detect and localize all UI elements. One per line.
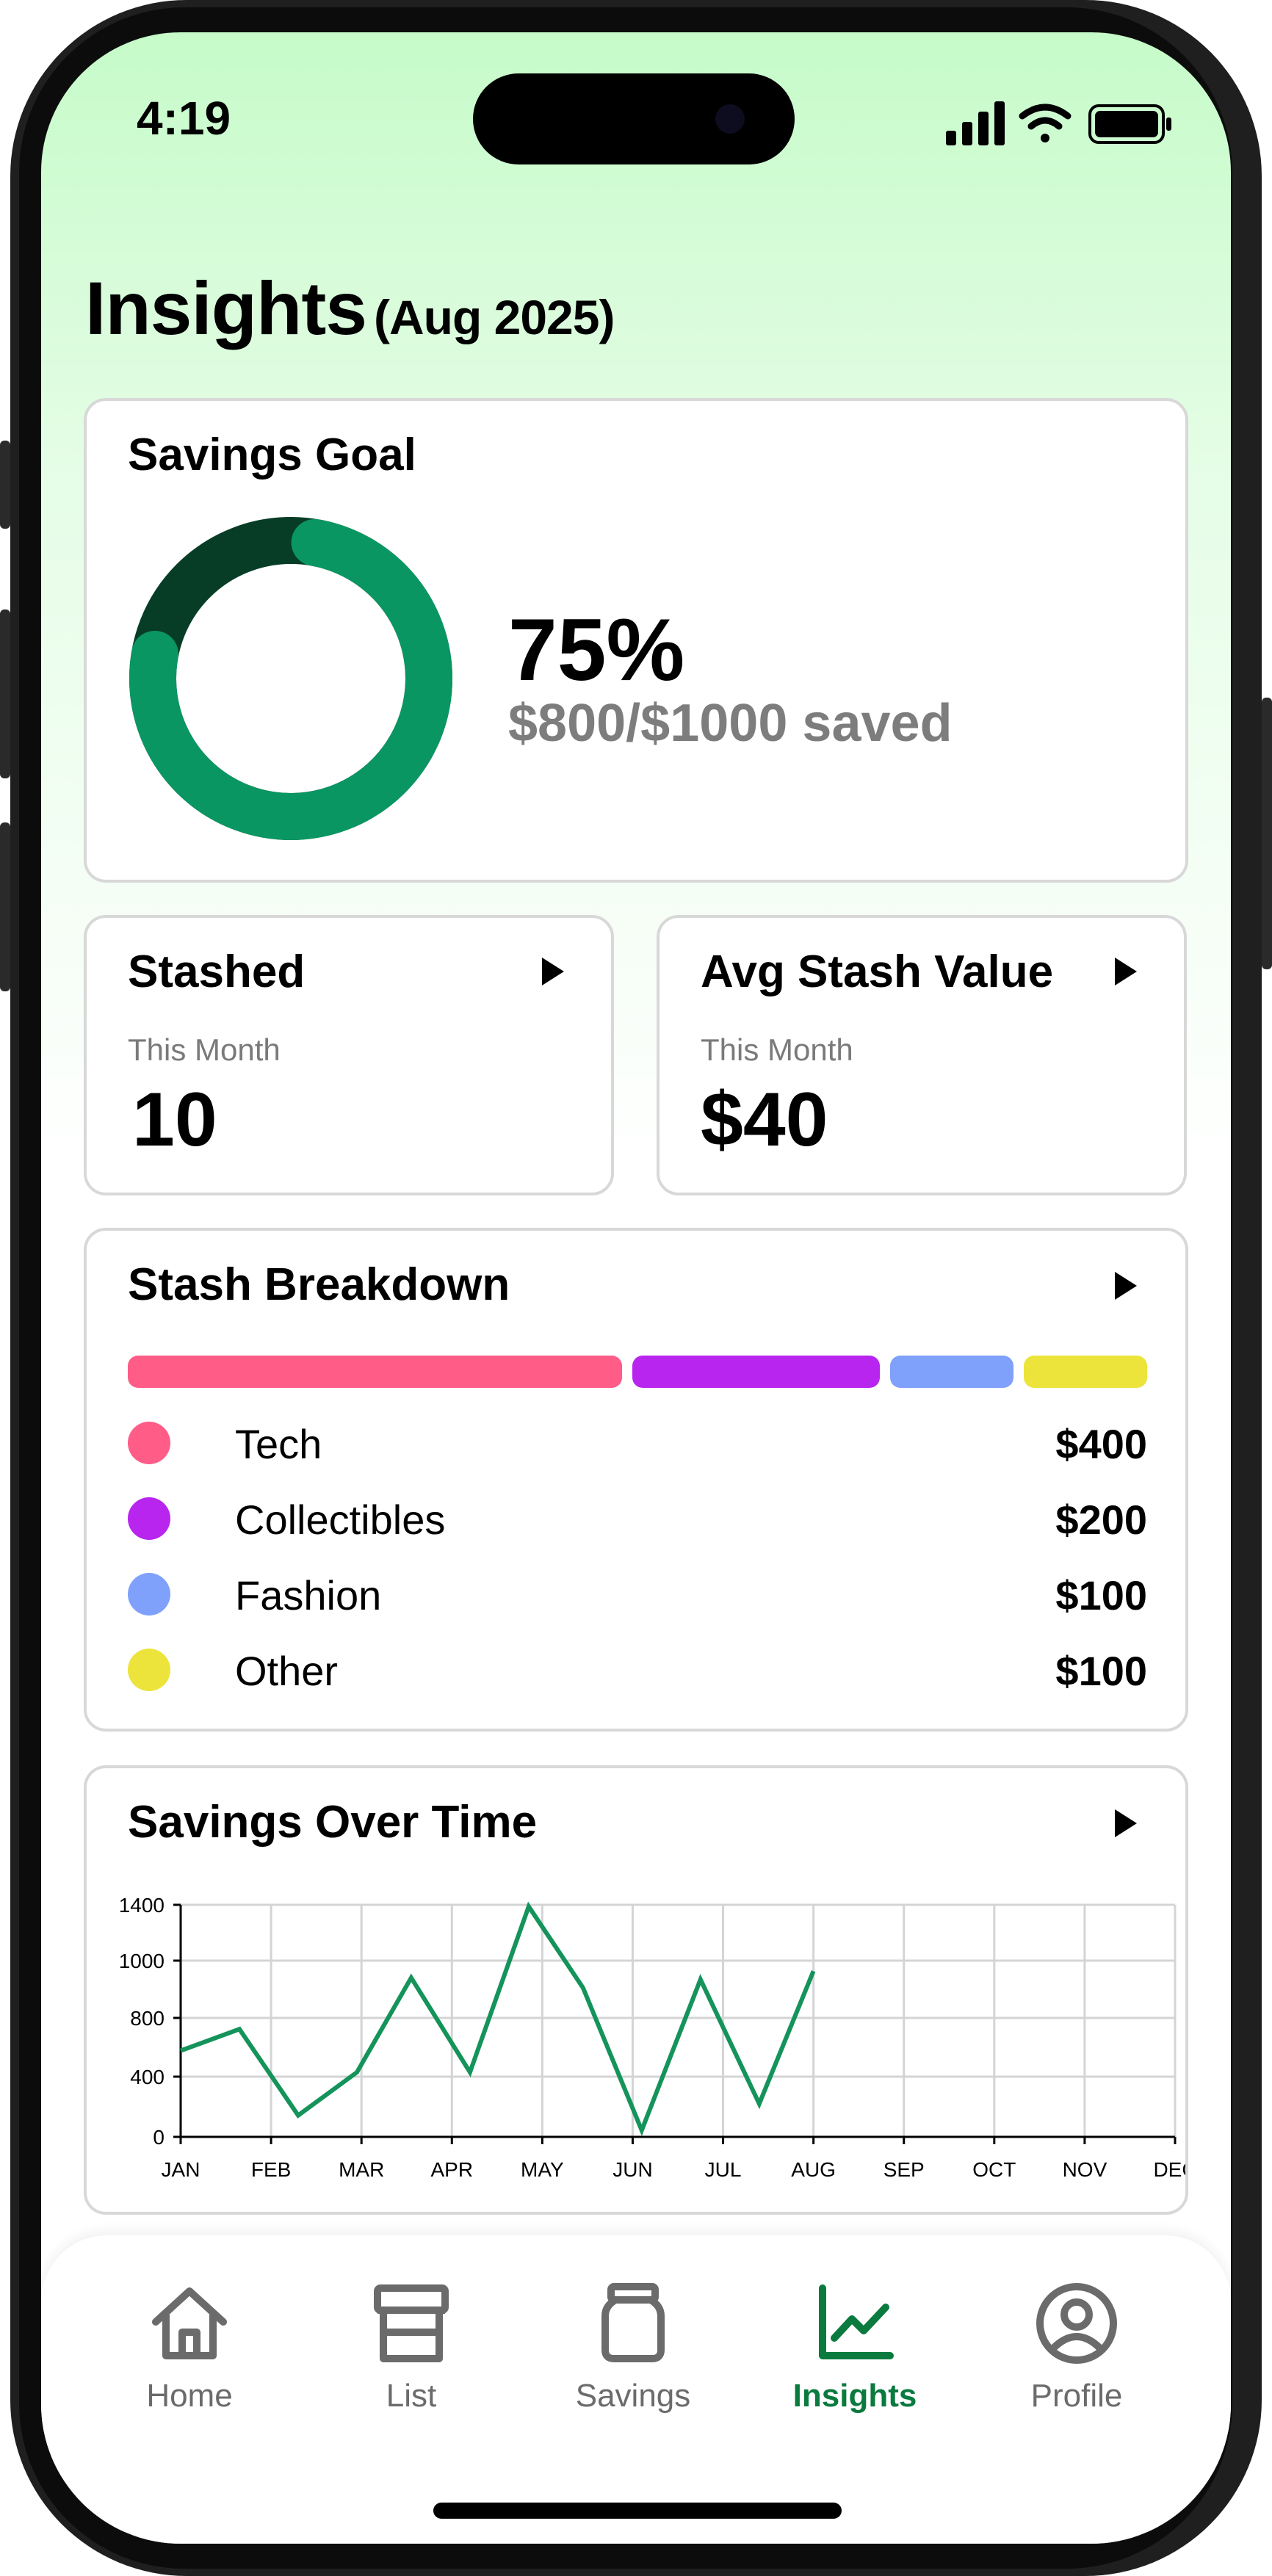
camera-icon [715,104,745,134]
y-tick-label: 1400 [119,1894,165,1917]
status-icons [946,101,1171,145]
breakdown-segment-fashion [889,1356,1013,1388]
power-button [1262,698,1272,969]
legend-dot-other [128,1649,170,1691]
tab-profile[interactable]: Profile [989,2279,1165,2441]
legend-dot-collectibles [128,1497,170,1540]
x-tick-label: NOV [1063,2158,1107,2181]
x-tick-label: FEB [251,2158,291,2181]
page-title: Insights (Aug 2025) [85,266,615,352]
store-icon [374,2284,449,2362]
page-period: (Aug 2025) [374,290,615,344]
savings-line-chart: 0 400 800 1000 1400 JAN FEB MAR APR MAY JUN JUL AUG S… [119,1894,1185,2181]
legend-label-tech: Tech [235,1421,322,1467]
x-tick-label: OCT [972,2158,1016,2181]
x-tick-label: SEP [883,2158,925,2181]
savings-goal-amount: $800/$1000 saved [508,694,953,753]
screen: 4:19 Insights (Aug 2025) Savings Goal 75… [41,32,1231,2544]
stashed-play-icon[interactable] [542,958,564,985]
legend-value-fashion: $100 [1055,1572,1147,1618]
volume-down-button [0,822,10,991]
tab-home[interactable]: Home [101,2279,278,2441]
x-tick-label: JUN [612,2158,652,2181]
y-tick-label: 800 [130,2007,165,2030]
tab-savings-label: Savings [575,2378,691,2414]
avg-stash-card[interactable]: Avg Stash Value This Month $40 [657,915,1187,1195]
savings-goal-donut [129,517,452,840]
tab-list-label: List [386,2378,437,2414]
x-tick-label: JAN [162,2158,200,2181]
status-time: 4:19 [137,92,231,145]
tab-profile-label: Profile [1030,2378,1123,2414]
tab-insights[interactable]: Insights [767,2279,943,2441]
home-icon [152,2287,227,2359]
savings-goal-title: Savings Goal [128,430,416,480]
breakdown-segment-collectibles [632,1356,880,1388]
legend-label-collectibles: Collectibles [235,1497,446,1543]
y-tick-label: 400 [130,2066,165,2088]
avg-stash-title: Avg Stash Value [701,947,1054,997]
legend-dot-tech [128,1422,170,1464]
stashed-card[interactable]: Stashed This Month 10 [84,915,614,1195]
y-tick-label: 1000 [119,1950,165,1972]
x-tick-label: AUG [791,2158,836,2181]
avg-stash-value: $40 [701,1077,828,1162]
tab-bar: Home List Savings Insights Profile [41,2235,1231,2544]
breakdown-segment-tech [128,1356,622,1388]
x-tick-label: DEC [1153,2158,1185,2181]
stashed-period: This Month [128,1032,281,1067]
tab-insights-label: Insights [792,2378,917,2414]
legend-dot-fashion [128,1573,170,1616]
tab-savings[interactable]: Savings [545,2279,721,2441]
legend-value-other: $100 [1055,1648,1147,1694]
wifi-icon [1019,104,1072,142]
battery-icon [1088,104,1171,144]
stash-breakdown-bar [128,1356,1147,1388]
stash-breakdown-card[interactable]: Stash Breakdown Tech $400 Collectibles $… [84,1228,1188,1732]
x-tick-label: APR [430,2158,473,2181]
avg-stash-period: This Month [701,1032,853,1067]
signal-icon [946,101,1005,145]
dynamic-island [473,73,795,164]
tab-list[interactable]: List [323,2279,499,2441]
x-tick-label: MAR [339,2158,384,2181]
y-tick-label: 0 [153,2126,165,2149]
x-tick-label: JUL [705,2158,742,2181]
avg-stash-play-icon[interactable] [1115,958,1137,985]
breakdown-segment-other [1023,1356,1147,1388]
home-indicator[interactable] [433,2503,842,2519]
jar-icon [601,2283,665,2362]
action-button [0,441,10,529]
stashed-title: Stashed [128,947,306,997]
user-circle-icon [1036,2283,1117,2364]
stash-breakdown-play-icon[interactable] [1115,1272,1137,1300]
savings-goal-percent: 75% [508,601,685,699]
stash-breakdown-title: Stash Breakdown [128,1259,510,1310]
tab-home-label: Home [146,2378,233,2414]
savings-over-time-title: Savings Over Time [128,1797,538,1848]
x-tick-label: MAY [521,2158,564,2181]
page-title-text: Insights [85,267,367,350]
volume-up-button [0,609,10,778]
savings-goal-card[interactable]: Savings Goal 75% $800/$1000 saved [84,398,1188,883]
legend-label-fashion: Fashion [235,1572,382,1618]
savings-over-time-card[interactable]: Savings Over Time 0 400 800 1000 1400 JAN FEB M… [84,1765,1188,2215]
savings-over-time-play-icon[interactable] [1115,1809,1137,1837]
legend-value-tech: $400 [1055,1421,1147,1467]
legend-label-other: Other [235,1648,339,1694]
legend-value-collectibles: $200 [1055,1497,1147,1543]
stashed-value: 10 [132,1077,217,1162]
chart-icon [819,2284,894,2359]
